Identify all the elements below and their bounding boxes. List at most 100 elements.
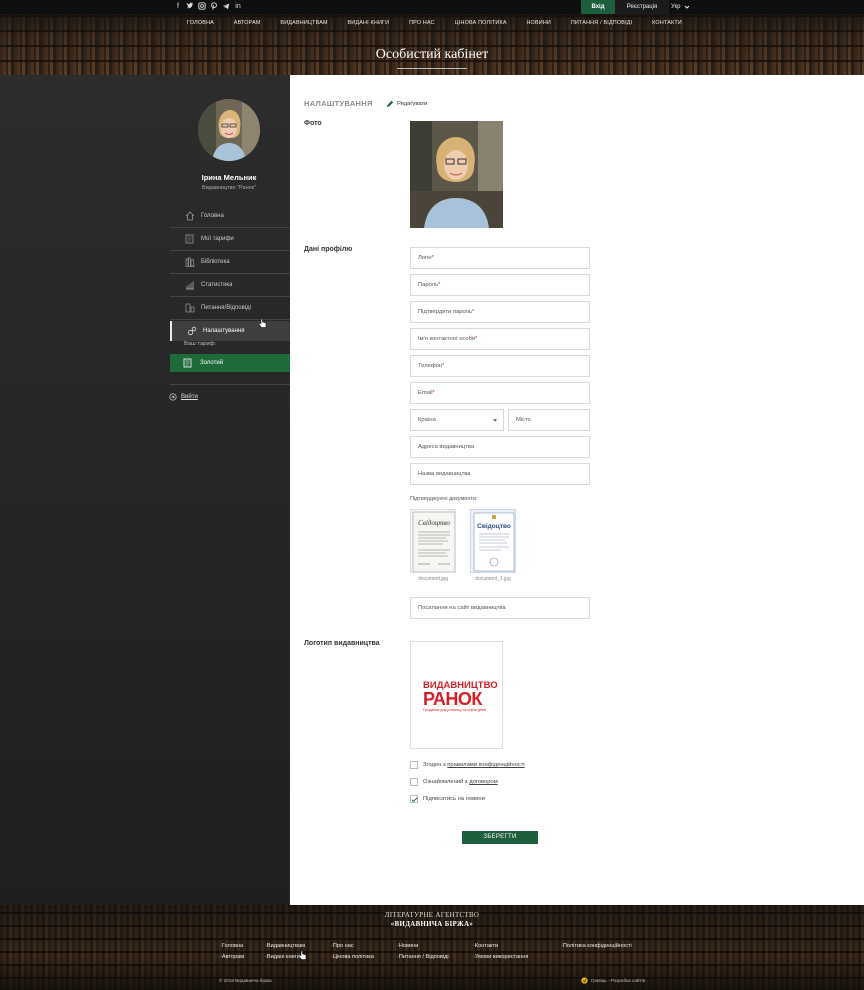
- newsletter-checkbox-row[interactable]: Підписатись на новини: [410, 795, 485, 803]
- hand-cursor-icon: [259, 318, 267, 328]
- hand-cursor-icon: [299, 950, 307, 960]
- developer-logo-icon: [581, 977, 588, 984]
- profile-label: Дані профілю: [304, 246, 353, 253]
- contract-checkbox-row[interactable]: Ознайомлений з договором: [410, 778, 498, 786]
- footer-link-published-books[interactable]: ·Видані книги: [265, 954, 300, 960]
- edit-button[interactable]: Редагувати: [386, 100, 427, 108]
- footer-link-authors[interactable]: ·Авторам: [220, 954, 244, 960]
- tariff-label: Ваш тариф:: [184, 341, 217, 347]
- document-filename: document.jpg: [417, 576, 449, 582]
- document-thumbnail[interactable]: Свідоцтво: [470, 509, 516, 573]
- login-placeholder: Логін: [418, 255, 432, 261]
- privacy-checkbox[interactable]: [410, 761, 418, 769]
- publisher-name-field[interactable]: Назва видавництва: [410, 463, 590, 485]
- address-placeholder: Адреса видавництва: [418, 444, 475, 450]
- tariff-badge[interactable]: Золотий: [170, 354, 290, 372]
- document-thumbnail[interactable]: Свідоцтво: [410, 509, 456, 573]
- tariff-icon: [183, 358, 192, 368]
- required-mark: *: [472, 309, 475, 315]
- sidebar-item-label: Мої тарифи: [201, 236, 234, 242]
- logout-label: Вийти: [181, 394, 198, 400]
- footer-link-faq[interactable]: ·Питання / Відповіді: [397, 954, 449, 960]
- login-field[interactable]: Логін*: [410, 247, 590, 269]
- documents-label: Підтверджуючі документи:: [410, 496, 478, 502]
- privacy-checkbox-row[interactable]: Згоден з правилами конфіденційності: [410, 761, 525, 769]
- instagram-icon[interactable]: [198, 2, 206, 11]
- sidebar-item-label: Питання/Відповіді: [201, 305, 252, 311]
- language-select[interactable]: Укр: [671, 0, 690, 14]
- avatar: [198, 99, 260, 161]
- password-field[interactable]: Пароль*: [410, 274, 590, 296]
- checkbox-label: Згоден з: [423, 762, 448, 768]
- footer-link-contacts[interactable]: ·Контакти: [473, 943, 498, 949]
- developer-label: Гравіць - Розробка сайтів: [591, 978, 646, 983]
- menu-divider: [170, 296, 290, 297]
- nav-item-faq[interactable]: ПИТАННЯ / ВІДПОВІДІ: [571, 20, 632, 26]
- address-field[interactable]: Адреса видавництва: [410, 436, 590, 458]
- tariffs-icon: [185, 234, 194, 244]
- menu-divider: [170, 319, 290, 320]
- sidebar-item-library[interactable]: Бібліотека: [170, 252, 290, 272]
- footer-link-about[interactable]: ·Про нас: [331, 943, 354, 949]
- contract-link[interactable]: договором: [469, 779, 498, 785]
- page-title: Особистий кабінет: [375, 47, 489, 62]
- sidebar-item-label: Головна: [201, 213, 224, 219]
- contract-checkbox[interactable]: [410, 778, 418, 786]
- footer-link-publishers[interactable]: ·Видавництвам: [265, 943, 305, 949]
- developer-credit[interactable]: Гравіць - Розробка сайтів: [581, 977, 645, 984]
- sidebar-item-label: Бібліотека: [201, 259, 230, 265]
- sidebar: [0, 75, 290, 905]
- sidebar-menu: Головна Мої тарифи Бібліотека Статистика…: [170, 206, 290, 341]
- sidebar-item-label: Статистика: [201, 282, 233, 288]
- phone-field[interactable]: Телефон*: [410, 355, 590, 377]
- password-placeholder: Пароль: [418, 282, 439, 288]
- confirm-password-field[interactable]: Підтвердити пароль*: [410, 301, 590, 323]
- privacy-rules-link[interactable]: правилами конфіденційності: [447, 762, 524, 768]
- nav-item-published-books[interactable]: ВИДАНІ КНИГИ: [348, 20, 390, 26]
- settings-panel: [290, 75, 864, 905]
- profile-photo[interactable]: [410, 121, 503, 228]
- sidebar-divider: [170, 384, 290, 385]
- website-field[interactable]: Посилання на сайт видавництва: [410, 597, 590, 619]
- checkbox-label: Підписатись на новини: [423, 796, 485, 802]
- footer-link-pricing[interactable]: ·Цінова політика: [331, 954, 374, 960]
- phone-placeholder: Телефон: [418, 363, 443, 369]
- document-heading: Свідоцтво: [418, 519, 450, 527]
- sidebar-item-home[interactable]: Головна: [170, 206, 290, 226]
- city-field[interactable]: Місто: [508, 409, 590, 431]
- sidebar-item-tariffs[interactable]: Мої тарифи: [170, 229, 290, 249]
- sidebar-item-faq[interactable]: Питання/Відповіді: [170, 298, 290, 318]
- facebook-icon[interactable]: f: [174, 2, 182, 11]
- login-button[interactable]: Вхід: [581, 0, 615, 14]
- website-placeholder: Посилання на сайт видавництва: [418, 605, 506, 611]
- faq-icon: [185, 303, 195, 313]
- nav-item-contacts[interactable]: КОНТАКТИ: [652, 20, 682, 26]
- footer-link-privacy[interactable]: ·Політика конфіденційності: [561, 943, 632, 949]
- telegram-icon[interactable]: [222, 2, 230, 11]
- country-select[interactable]: Країна: [410, 409, 504, 431]
- sidebar-item-statistics[interactable]: Статистика: [170, 275, 290, 295]
- menu-divider: [170, 273, 290, 274]
- nav-item-authors[interactable]: АВТОРАМ: [234, 20, 261, 26]
- newsletter-checkbox[interactable]: [410, 795, 418, 803]
- footer-link-home[interactable]: ·Головна: [220, 943, 243, 949]
- publisher-logo[interactable]: ВИДАВНИЦТВО РАНОК Продаємо для розвитку …: [410, 641, 503, 749]
- linkedin-icon[interactable]: in: [234, 2, 242, 11]
- sidebar-item-settings[interactable]: Налаштування: [170, 321, 290, 341]
- footer-link-news[interactable]: ·Новини: [397, 943, 418, 949]
- email-field[interactable]: Email*: [410, 382, 590, 404]
- contact-name-field[interactable]: Ім'я контактної особи*: [410, 328, 590, 350]
- register-button[interactable]: Реєстрація: [615, 0, 669, 14]
- nav-item-pricing[interactable]: ЦІНОВА ПОЛІТИКА: [455, 20, 507, 26]
- twitter-icon[interactable]: [186, 2, 194, 11]
- nav-item-publishers[interactable]: ВИДАВНИЦТВАМ: [280, 20, 327, 26]
- nav-item-home[interactable]: ГОЛОВНА: [187, 20, 214, 26]
- required-mark: *: [475, 336, 478, 342]
- save-button[interactable]: ЗБЕРЕГТИ: [462, 831, 538, 844]
- nav-item-about[interactable]: ПРО НАС: [409, 20, 435, 26]
- nav-item-news[interactable]: НОВИНИ: [526, 20, 551, 26]
- footer-link-terms[interactable]: ·Умови використання: [473, 954, 528, 960]
- logout-link[interactable]: Вийти: [169, 393, 198, 401]
- logo-label: Логотип видавництва: [304, 640, 380, 647]
- pinterest-icon[interactable]: [210, 2, 218, 11]
